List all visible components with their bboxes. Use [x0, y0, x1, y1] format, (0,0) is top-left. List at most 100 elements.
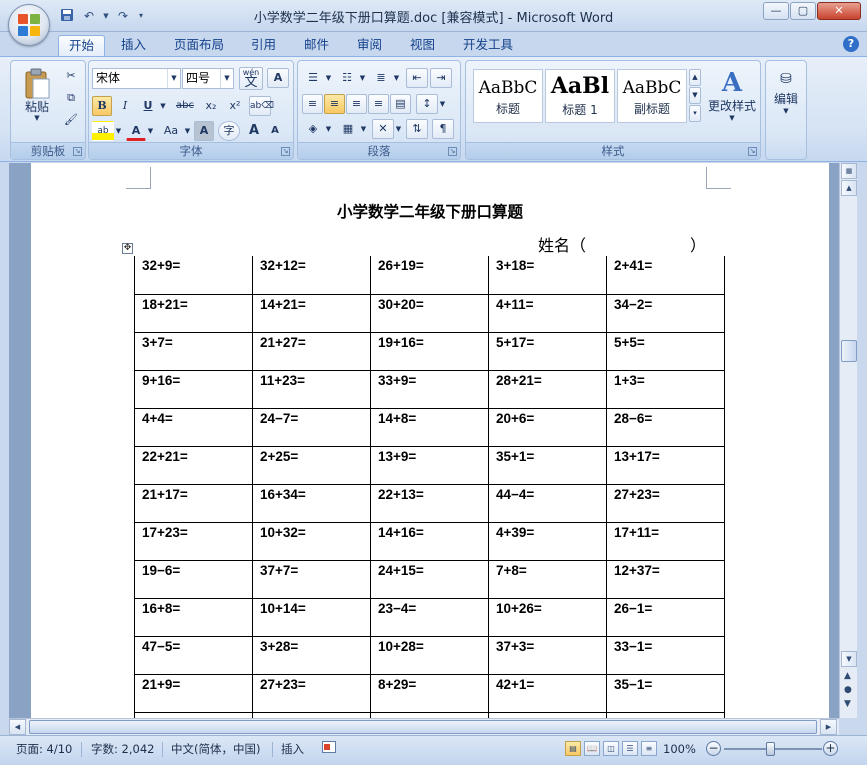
table-cell[interactable]: 47−5= [134, 635, 253, 675]
borders-dropdown-icon[interactable]: ▼ [359, 119, 368, 139]
scroll-down-icon[interactable]: ▼ [841, 651, 857, 667]
scroll-right-icon[interactable]: ▶ [820, 719, 837, 735]
table-cell[interactable]: 13+9= [370, 445, 489, 485]
align-right-icon[interactable]: ≡ [346, 94, 367, 114]
minimize-button[interactable]: — [763, 2, 789, 20]
font-name-select[interactable]: 宋体 ▼ [92, 68, 181, 89]
tab-home[interactable]: 开始 [58, 35, 106, 56]
table-cell[interactable]: 3+18= [488, 256, 607, 295]
justify-icon[interactable]: ≡ [368, 94, 389, 114]
style-title[interactable]: AaBbC 标题 [473, 69, 543, 123]
table-cell[interactable]: 22+21= [134, 445, 253, 485]
help-icon[interactable]: ? [843, 36, 859, 52]
italic-button[interactable]: I [115, 96, 135, 116]
table-cell[interactable]: 8+29= [370, 673, 489, 713]
chinese-layout-icon[interactable]: ✕ [372, 119, 394, 139]
table-cell[interactable]: 24+15= [370, 559, 489, 599]
paragraph-launcher-icon[interactable]: ↘ [448, 147, 457, 156]
char-shading-button[interactable]: A [194, 121, 214, 141]
previous-page-icon[interactable]: ▲ [844, 671, 851, 681]
table-cell[interactable]: 35+1= [488, 445, 607, 485]
tab-insert[interactable]: 插入 [111, 35, 156, 56]
full-screen-reading-icon[interactable]: 📖 [584, 741, 600, 756]
select-browse-object-icon[interactable]: ● [844, 685, 852, 695]
zoom-level[interactable]: 100% [659, 740, 700, 758]
table-cell[interactable]: 16+34= [252, 483, 371, 523]
style-heading1[interactable]: AaBl 标题 1 [545, 69, 615, 123]
table-cell[interactable]: 10+14= [252, 597, 371, 637]
clipboard-launcher-icon[interactable]: ↘ [73, 147, 82, 156]
zoom-in-button[interactable]: + [823, 741, 838, 756]
table-cell[interactable]: 24−7= [252, 407, 371, 447]
increase-indent-icon[interactable]: ⇥ [430, 68, 452, 88]
table-cell[interactable]: 21+27= [252, 331, 371, 371]
multilevel-dropdown-icon[interactable]: ▼ [392, 68, 401, 88]
shading-icon[interactable]: ◈ [302, 119, 324, 139]
tab-developer[interactable]: 开发工具 [453, 35, 523, 56]
font-size-select[interactable]: 四号 ▼ [182, 68, 234, 89]
scroll-left-icon[interactable]: ◀ [9, 719, 26, 735]
bold-button[interactable]: B [92, 96, 112, 116]
table-cell[interactable]: 27+23= [606, 483, 725, 523]
page-count[interactable]: 页面: 4/10 [12, 740, 76, 758]
table-move-handle-icon[interactable]: ✥ [122, 243, 133, 254]
close-button[interactable]: ✕ [817, 2, 861, 20]
table-cell[interactable]: 14+21= [252, 293, 371, 333]
table-cell[interactable]: 17+23= [134, 521, 253, 561]
horizontal-scroll-thumb[interactable] [29, 720, 817, 734]
table-cell[interactable]: 32+9= [134, 256, 253, 295]
horizontal-scrollbar[interactable]: ◀ ▶ [9, 718, 839, 735]
table-cell[interactable]: 28−6= [606, 407, 725, 447]
table-cell[interactable]: 4+11= [488, 293, 607, 333]
table-cell[interactable]: 17+11= [606, 521, 725, 561]
zoom-slider-thumb[interactable] [766, 742, 775, 756]
font-size-dropdown-icon[interactable]: ▼ [220, 69, 233, 88]
align-left-icon[interactable]: ≡ [302, 94, 323, 114]
table-cell[interactable]: 5+17= [488, 331, 607, 371]
borders-icon[interactable]: ▦ [337, 119, 359, 139]
font-launcher-icon[interactable]: ↘ [281, 147, 290, 156]
copy-icon[interactable]: ⧉ [61, 88, 81, 108]
table-cell[interactable]: 19−6= [134, 559, 253, 599]
table-cell[interactable]: 37+3= [488, 635, 607, 675]
table-cell[interactable]: 18+21= [134, 293, 253, 333]
vertical-scroll-thumb[interactable] [841, 340, 857, 362]
table-cell[interactable]: 12+37= [606, 559, 725, 599]
styles-scroll-up-icon[interactable]: ▲ [689, 69, 701, 86]
shrink-font-button[interactable]: A [265, 121, 285, 141]
table-cell[interactable]: 14+8= [370, 407, 489, 447]
table-cell[interactable]: 4+4= [134, 407, 253, 447]
numbering-dropdown-icon[interactable]: ▼ [358, 68, 367, 88]
font-color-button[interactable]: A [126, 121, 146, 141]
shading-dropdown-icon[interactable]: ▼ [324, 119, 333, 139]
table-cell[interactable]: 2+25= [252, 445, 371, 485]
table-cell[interactable]: 34−2= [606, 293, 725, 333]
document-page[interactable]: 小学数学二年级下册口算题 姓名（ ） ✥ 32+9= 32+12= 26+19= 3+… [31, 163, 829, 718]
table-cell[interactable]: 26+19= [370, 256, 489, 295]
chinese-layout-dropdown-icon[interactable]: ▼ [394, 119, 403, 139]
multilevel-list-icon[interactable]: ≣ [370, 68, 392, 88]
table-cell[interactable]: 14+16= [370, 521, 489, 561]
numbering-icon[interactable]: ☷ [336, 68, 358, 88]
format-painter-icon[interactable]: 🖌 [61, 110, 81, 130]
table-cell[interactable]: 20+6= [488, 407, 607, 447]
underline-dropdown-icon[interactable]: ▼ [158, 96, 168, 116]
word-count[interactable]: 字数: 2,042 [87, 740, 158, 758]
styles-launcher-icon[interactable]: ↘ [748, 147, 757, 156]
clear-formatting-icon[interactable]: ab⌫ [249, 96, 274, 116]
bullets-icon[interactable]: ☰ [302, 68, 324, 88]
distributed-icon[interactable]: ▤ [390, 94, 411, 114]
table-cell[interactable]: 9+16= [134, 369, 253, 409]
table-cell[interactable]: 5+5= [606, 331, 725, 371]
table-cell[interactable]: 28+21= [488, 369, 607, 409]
show-marks-icon[interactable]: ¶ [432, 119, 454, 139]
table-cell[interactable]: 10+26= [488, 597, 607, 637]
table-cell[interactable]: 21+9= [134, 673, 253, 713]
macro-recording-icon[interactable] [318, 740, 338, 758]
table-cell[interactable]: 19+16= [370, 331, 489, 371]
insert-mode-indicator[interactable]: 插入 [277, 740, 308, 758]
zoom-out-button[interactable]: − [706, 741, 721, 756]
tab-mailings[interactable]: 邮件 [294, 35, 339, 56]
outline-view-icon[interactable]: ☰ [622, 741, 638, 756]
highlight-icon[interactable]: ab [92, 121, 114, 141]
